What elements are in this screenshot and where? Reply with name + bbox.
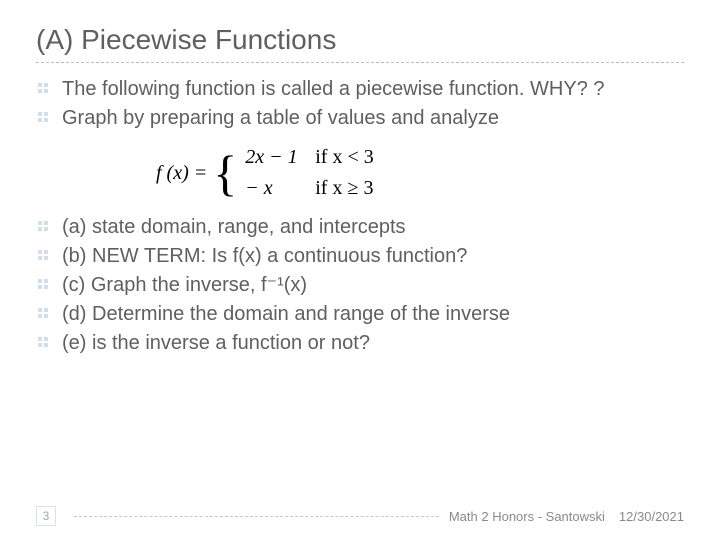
equation-case: 2x − 1 if x < 3 [245, 145, 374, 170]
bullet-item: (d) Determine the domain and range of th… [36, 302, 684, 327]
equation-lhs: f (x) = [156, 161, 207, 186]
bullet-text: (e) is the inverse a function or not? [62, 332, 370, 354]
footer-course: Math 2 Honors - Santowski [449, 509, 605, 524]
equation-cases: 2x − 1 if x < 3 − x if x ≥ 3 [245, 145, 374, 201]
case-expression: − x [245, 176, 301, 201]
bullet-list-bottom: (a) state domain, range, and intercepts … [36, 215, 684, 356]
bullet-text: (a) state domain, range, and intercepts [62, 216, 406, 238]
bullet-item: The following function is called a piece… [36, 77, 684, 102]
footer-date: 12/30/2021 [619, 509, 684, 524]
title-divider [36, 62, 684, 63]
equation-case: − x if x ≥ 3 [245, 176, 374, 201]
slide-footer: 3 Math 2 Honors - Santowski 12/30/2021 [36, 506, 684, 526]
bullet-item: Graph by preparing a table of values and… [36, 106, 684, 131]
case-condition: if x < 3 [315, 145, 374, 170]
bullet-text: Graph by preparing a table of values and… [62, 107, 499, 129]
brace-icon: { [213, 148, 237, 198]
bullet-list-top: The following function is called a piece… [36, 77, 684, 131]
bullet-item: (c) Graph the inverse, f⁻¹(x) [36, 273, 684, 298]
page-number-box: 3 [36, 506, 56, 526]
bullet-text: (b) NEW TERM: Is f(x) a continuous funct… [62, 245, 467, 267]
bullet-text: (d) Determine the domain and range of th… [62, 303, 510, 325]
bullet-text: (c) Graph the inverse, f⁻¹(x) [62, 274, 307, 296]
page-number: 3 [43, 509, 50, 523]
bullet-item: (a) state domain, range, and intercepts [36, 215, 684, 240]
piecewise-equation: f (x) = { 2x − 1 if x < 3 − x if x ≥ 3 [156, 145, 684, 201]
slide-title: (A) Piecewise Functions [36, 24, 684, 56]
footer-divider [74, 516, 439, 517]
case-expression: 2x − 1 [245, 145, 301, 170]
bullet-item: (e) is the inverse a function or not? [36, 331, 684, 356]
bullet-item: (b) NEW TERM: Is f(x) a continuous funct… [36, 244, 684, 269]
slide-content: The following function is called a piece… [36, 77, 684, 356]
case-condition: if x ≥ 3 [315, 176, 373, 201]
bullet-text: The following function is called a piece… [62, 78, 605, 100]
slide: (A) Piecewise Functions The following fu… [0, 0, 720, 540]
